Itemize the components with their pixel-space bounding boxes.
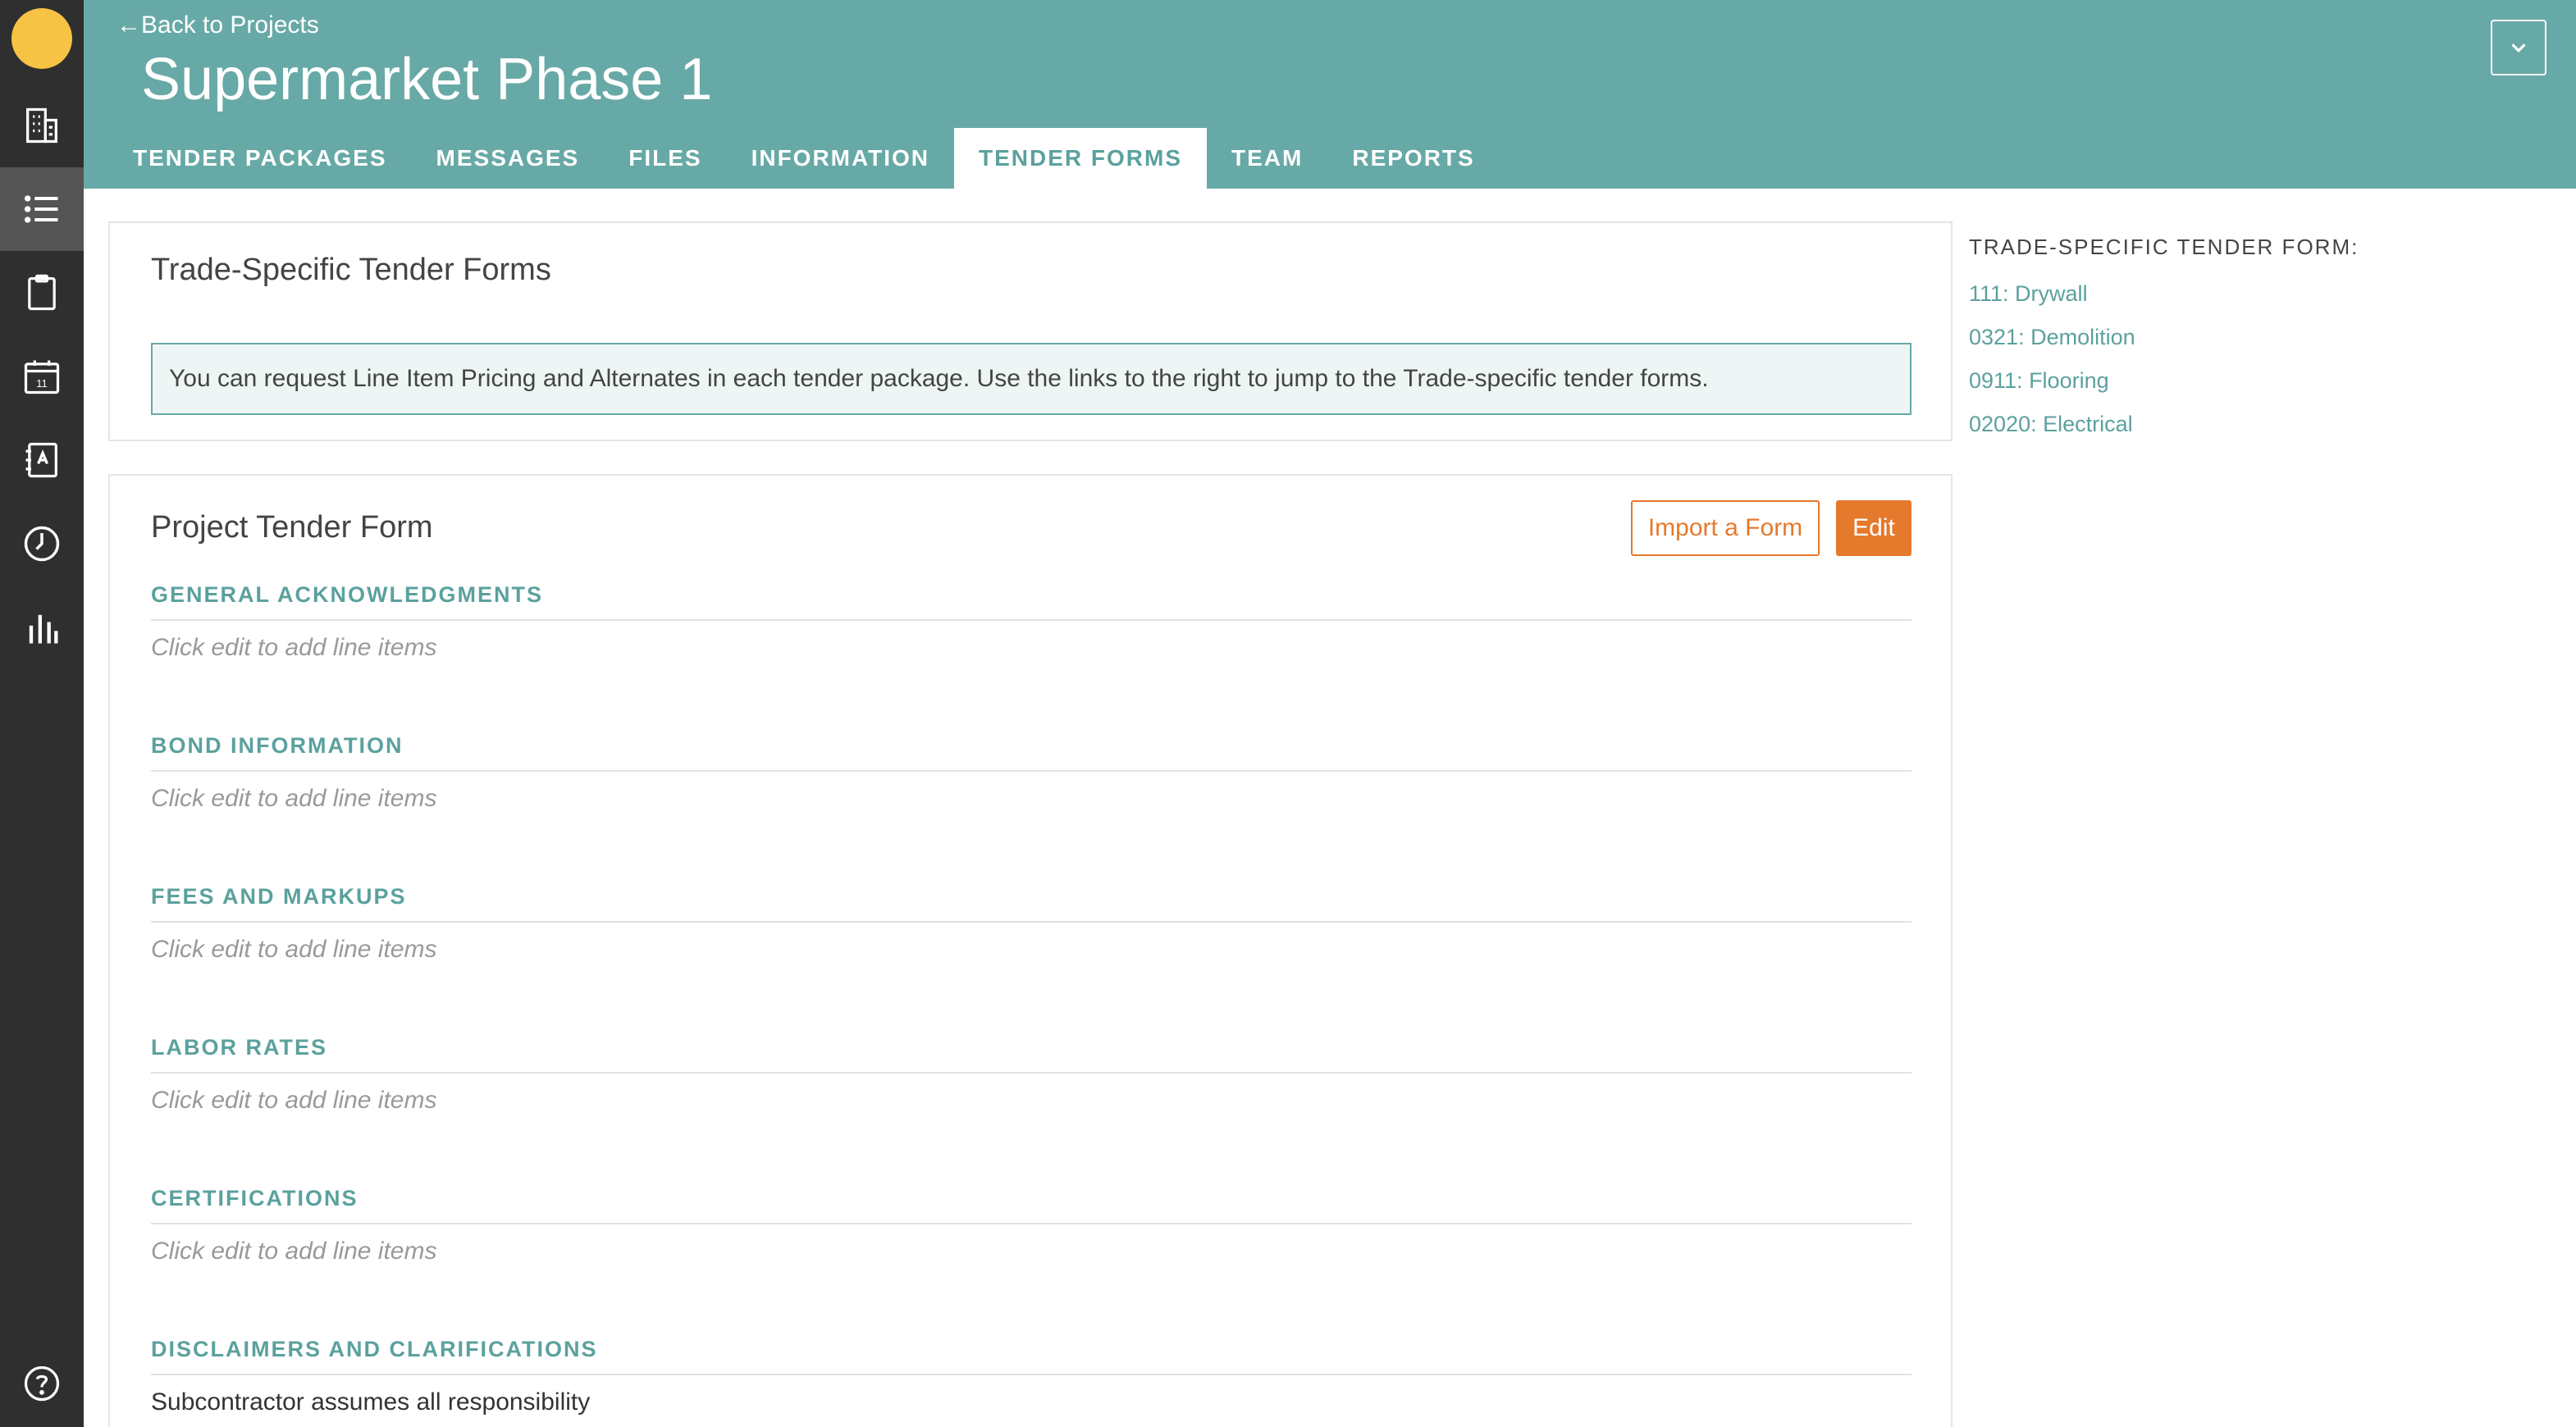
page-title: Supermarket Phase 1 bbox=[141, 47, 713, 112]
sidebar-item-buildings[interactable] bbox=[0, 84, 84, 167]
project-tender-form-card: Project Tender Form Import a Form Edit G… bbox=[108, 474, 1953, 1427]
form-section: FEES AND MARKUPS Click edit to add line … bbox=[151, 884, 1911, 964]
project-header: ←Back to Projects Supermarket Phase 1 TE… bbox=[84, 0, 2576, 189]
section-heading: FEES AND MARKUPS bbox=[151, 884, 1911, 923]
section-placeholder: Click edit to add line items bbox=[151, 1087, 437, 1114]
section-placeholder: Click edit to add line items bbox=[151, 1238, 437, 1265]
clock-icon bbox=[24, 526, 60, 562]
back-to-projects-link[interactable]: ←Back to Projects bbox=[116, 11, 319, 39]
sidebar-item-reports[interactable] bbox=[0, 586, 84, 669]
section-heading: DISCLAIMERS AND CLARIFICATIONS bbox=[151, 1337, 1911, 1375]
trade-form-links-heading: TRADE-SPECIFIC TENDER FORM: bbox=[1969, 235, 2359, 259]
sidebar-item-contacts[interactable] bbox=[0, 418, 84, 502]
section-heading: LABOR RATES bbox=[151, 1035, 1911, 1074]
tab-information[interactable]: INFORMATION bbox=[727, 128, 954, 189]
section-heading: BOND INFORMATION bbox=[151, 733, 1911, 772]
form-section: BOND INFORMATION Click edit to add line … bbox=[151, 733, 1911, 813]
address-book-icon bbox=[25, 442, 57, 478]
tab-reports[interactable]: REPORTS bbox=[1327, 128, 1499, 189]
chevron-down-icon bbox=[2511, 43, 2526, 52]
section-placeholder: Click edit to add line items bbox=[151, 634, 437, 661]
tab-tender-forms[interactable]: TENDER FORMS bbox=[954, 128, 1208, 189]
form-section: LABOR RATES Click edit to add line items bbox=[151, 1035, 1911, 1115]
sidebar-item-history[interactable] bbox=[0, 502, 84, 586]
tab-bar: TENDER PACKAGES MESSAGES FILES INFORMATI… bbox=[108, 128, 1500, 189]
tab-team[interactable]: TEAM bbox=[1207, 128, 1327, 189]
section-line-item: Subcontractor assumes all responsibility bbox=[151, 1388, 591, 1416]
trade-form-link-demolition[interactable]: 0321: Demolition bbox=[1969, 325, 2543, 350]
tab-files[interactable]: FILES bbox=[604, 128, 726, 189]
avatar[interactable] bbox=[11, 8, 72, 69]
list-icon bbox=[24, 195, 58, 223]
calendar-icon: 11 bbox=[24, 360, 60, 394]
help-icon bbox=[24, 1365, 60, 1402]
info-notice: You can request Line Item Pricing and Al… bbox=[151, 343, 1911, 415]
import-form-button[interactable]: Import a Form bbox=[1631, 500, 1820, 556]
form-section: CERTIFICATIONS Click edit to add line it… bbox=[151, 1186, 1911, 1265]
section-heading: CERTIFICATIONS bbox=[151, 1186, 1911, 1224]
tab-tender-packages[interactable]: TENDER PACKAGES bbox=[108, 128, 412, 189]
form-section: GENERAL ACKNOWLEDGMENTS Click edit to ad… bbox=[151, 582, 1911, 662]
trade-specific-card: Trade-Specific Tender Forms You can requ… bbox=[108, 221, 1953, 441]
calendar-day: 11 bbox=[36, 377, 47, 390]
building-icon bbox=[26, 107, 57, 144]
section-placeholder: Click edit to add line items bbox=[151, 936, 437, 963]
trade-form-link-electrical[interactable]: 02020: Electrical bbox=[1969, 412, 2543, 437]
form-section: DISCLAIMERS AND CLARIFICATIONS Subcontra… bbox=[151, 1337, 1911, 1416]
project-tender-form-title: Project Tender Form bbox=[151, 510, 433, 545]
project-menu-button[interactable] bbox=[2491, 20, 2546, 75]
trade-form-link-drywall[interactable]: 111: Drywall bbox=[1969, 281, 2543, 307]
section-heading: GENERAL ACKNOWLEDGMENTS bbox=[151, 582, 1911, 621]
sidebar-item-help[interactable] bbox=[0, 1342, 84, 1425]
section-placeholder: Click edit to add line items bbox=[151, 785, 437, 812]
sidebar-item-tasks[interactable] bbox=[0, 251, 84, 335]
sidebar: 11 bbox=[0, 0, 84, 1427]
bar-chart-icon bbox=[29, 614, 58, 644]
trade-form-links-panel: TRADE-SPECIFIC TENDER FORM: 111: Drywall… bbox=[1969, 235, 2543, 437]
edit-button[interactable]: Edit bbox=[1836, 500, 1911, 556]
trade-specific-title: Trade-Specific Tender Forms bbox=[151, 253, 551, 287]
tab-messages[interactable]: MESSAGES bbox=[412, 128, 605, 189]
sidebar-item-calendar[interactable]: 11 bbox=[0, 335, 84, 418]
clipboard-icon bbox=[28, 274, 56, 311]
sidebar-item-projects[interactable] bbox=[0, 167, 84, 251]
trade-form-link-flooring[interactable]: 0911: Flooring bbox=[1969, 368, 2543, 394]
